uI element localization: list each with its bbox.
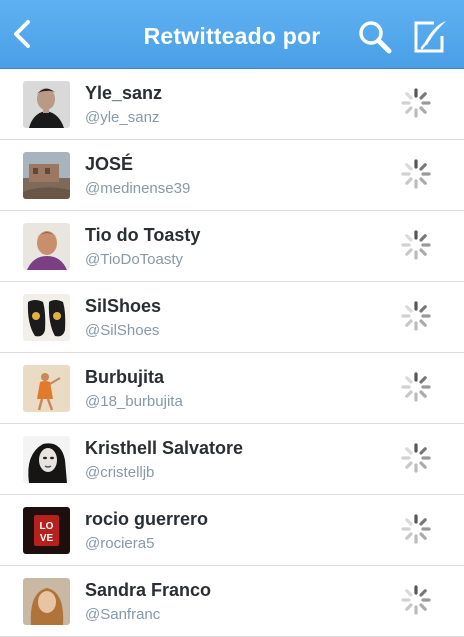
- search-button[interactable]: [356, 18, 394, 56]
- loading-spinner-icon: [401, 230, 431, 260]
- woman-bw-portrait-avatar[interactable]: [23, 436, 70, 483]
- user-name: Kristhell Salvatore: [85, 438, 244, 458]
- list-item[interactable]: JOSÉ @medinense39: [0, 140, 464, 211]
- user-name: Sandra Franco: [85, 580, 212, 600]
- user-name: rocio guerrero: [85, 509, 209, 529]
- user-handle: @TioDoToasty: [85, 251, 184, 268]
- loading-spinner-icon: [401, 372, 431, 402]
- user-handle: @cristelljb: [85, 464, 155, 481]
- loading-spinner-icon: [401, 301, 431, 331]
- woman-blonde-avatar[interactable]: [23, 578, 70, 625]
- list-item[interactable]: SilShoes @SilShoes: [0, 282, 464, 353]
- list-item[interactable]: Tio do Toasty @TioDoToasty: [0, 211, 464, 282]
- list-item[interactable]: Sandra Franco @Sanfranc: [0, 566, 464, 637]
- user-handle: @rociera5: [85, 535, 155, 552]
- user-name: JOSÉ: [85, 154, 134, 174]
- svg-text:LO: LO: [40, 521, 54, 532]
- list-item[interactable]: Yle_sanz @yle_sanz: [0, 69, 464, 140]
- user-name: SilShoes: [85, 296, 162, 316]
- search-icon: [359, 21, 392, 54]
- portrait-man-avatar[interactable]: [23, 81, 70, 128]
- loading-spinner-icon: [401, 88, 431, 118]
- loading-spinner-icon: [401, 514, 431, 544]
- user-handle: @18_burbujita: [85, 393, 183, 410]
- loading-spinner-icon: [401, 443, 431, 473]
- user-handle: @yle_sanz: [85, 109, 160, 126]
- retweeters-list: Yle_sanz @yle_sanz JOSÉ @medinense39 Tio…: [0, 69, 464, 637]
- page-title: Retwitteado por: [143, 23, 321, 49]
- user-handle: @SilShoes: [85, 322, 160, 339]
- love-sign-avatar[interactable]: LO VE: [23, 507, 70, 554]
- user-name: Tio do Toasty: [85, 225, 201, 245]
- user-name: Burbujita: [85, 367, 164, 387]
- loading-spinner-icon: [401, 159, 431, 189]
- man-purple-shirt-avatar[interactable]: [23, 223, 70, 270]
- svg-text:VE: VE: [40, 533, 54, 544]
- shoes-photo-avatar[interactable]: [23, 294, 70, 341]
- compose-icon: [414, 21, 446, 53]
- navigation-bar: Retwitteado por: [0, 0, 464, 69]
- list-item[interactable]: Burbujita @18_burbujita: [0, 353, 464, 424]
- user-handle: @medinense39: [85, 180, 191, 197]
- compose-button[interactable]: [410, 18, 450, 56]
- loading-spinner-icon: [401, 585, 431, 615]
- girl-dancing-avatar[interactable]: [23, 365, 70, 412]
- user-name: Yle_sanz: [85, 83, 163, 103]
- building-photo-avatar[interactable]: [23, 152, 70, 199]
- list-item[interactable]: LO VE rocio guerrero @rociera5: [0, 495, 464, 566]
- list-item[interactable]: Kristhell Salvatore @cristelljb: [0, 424, 464, 495]
